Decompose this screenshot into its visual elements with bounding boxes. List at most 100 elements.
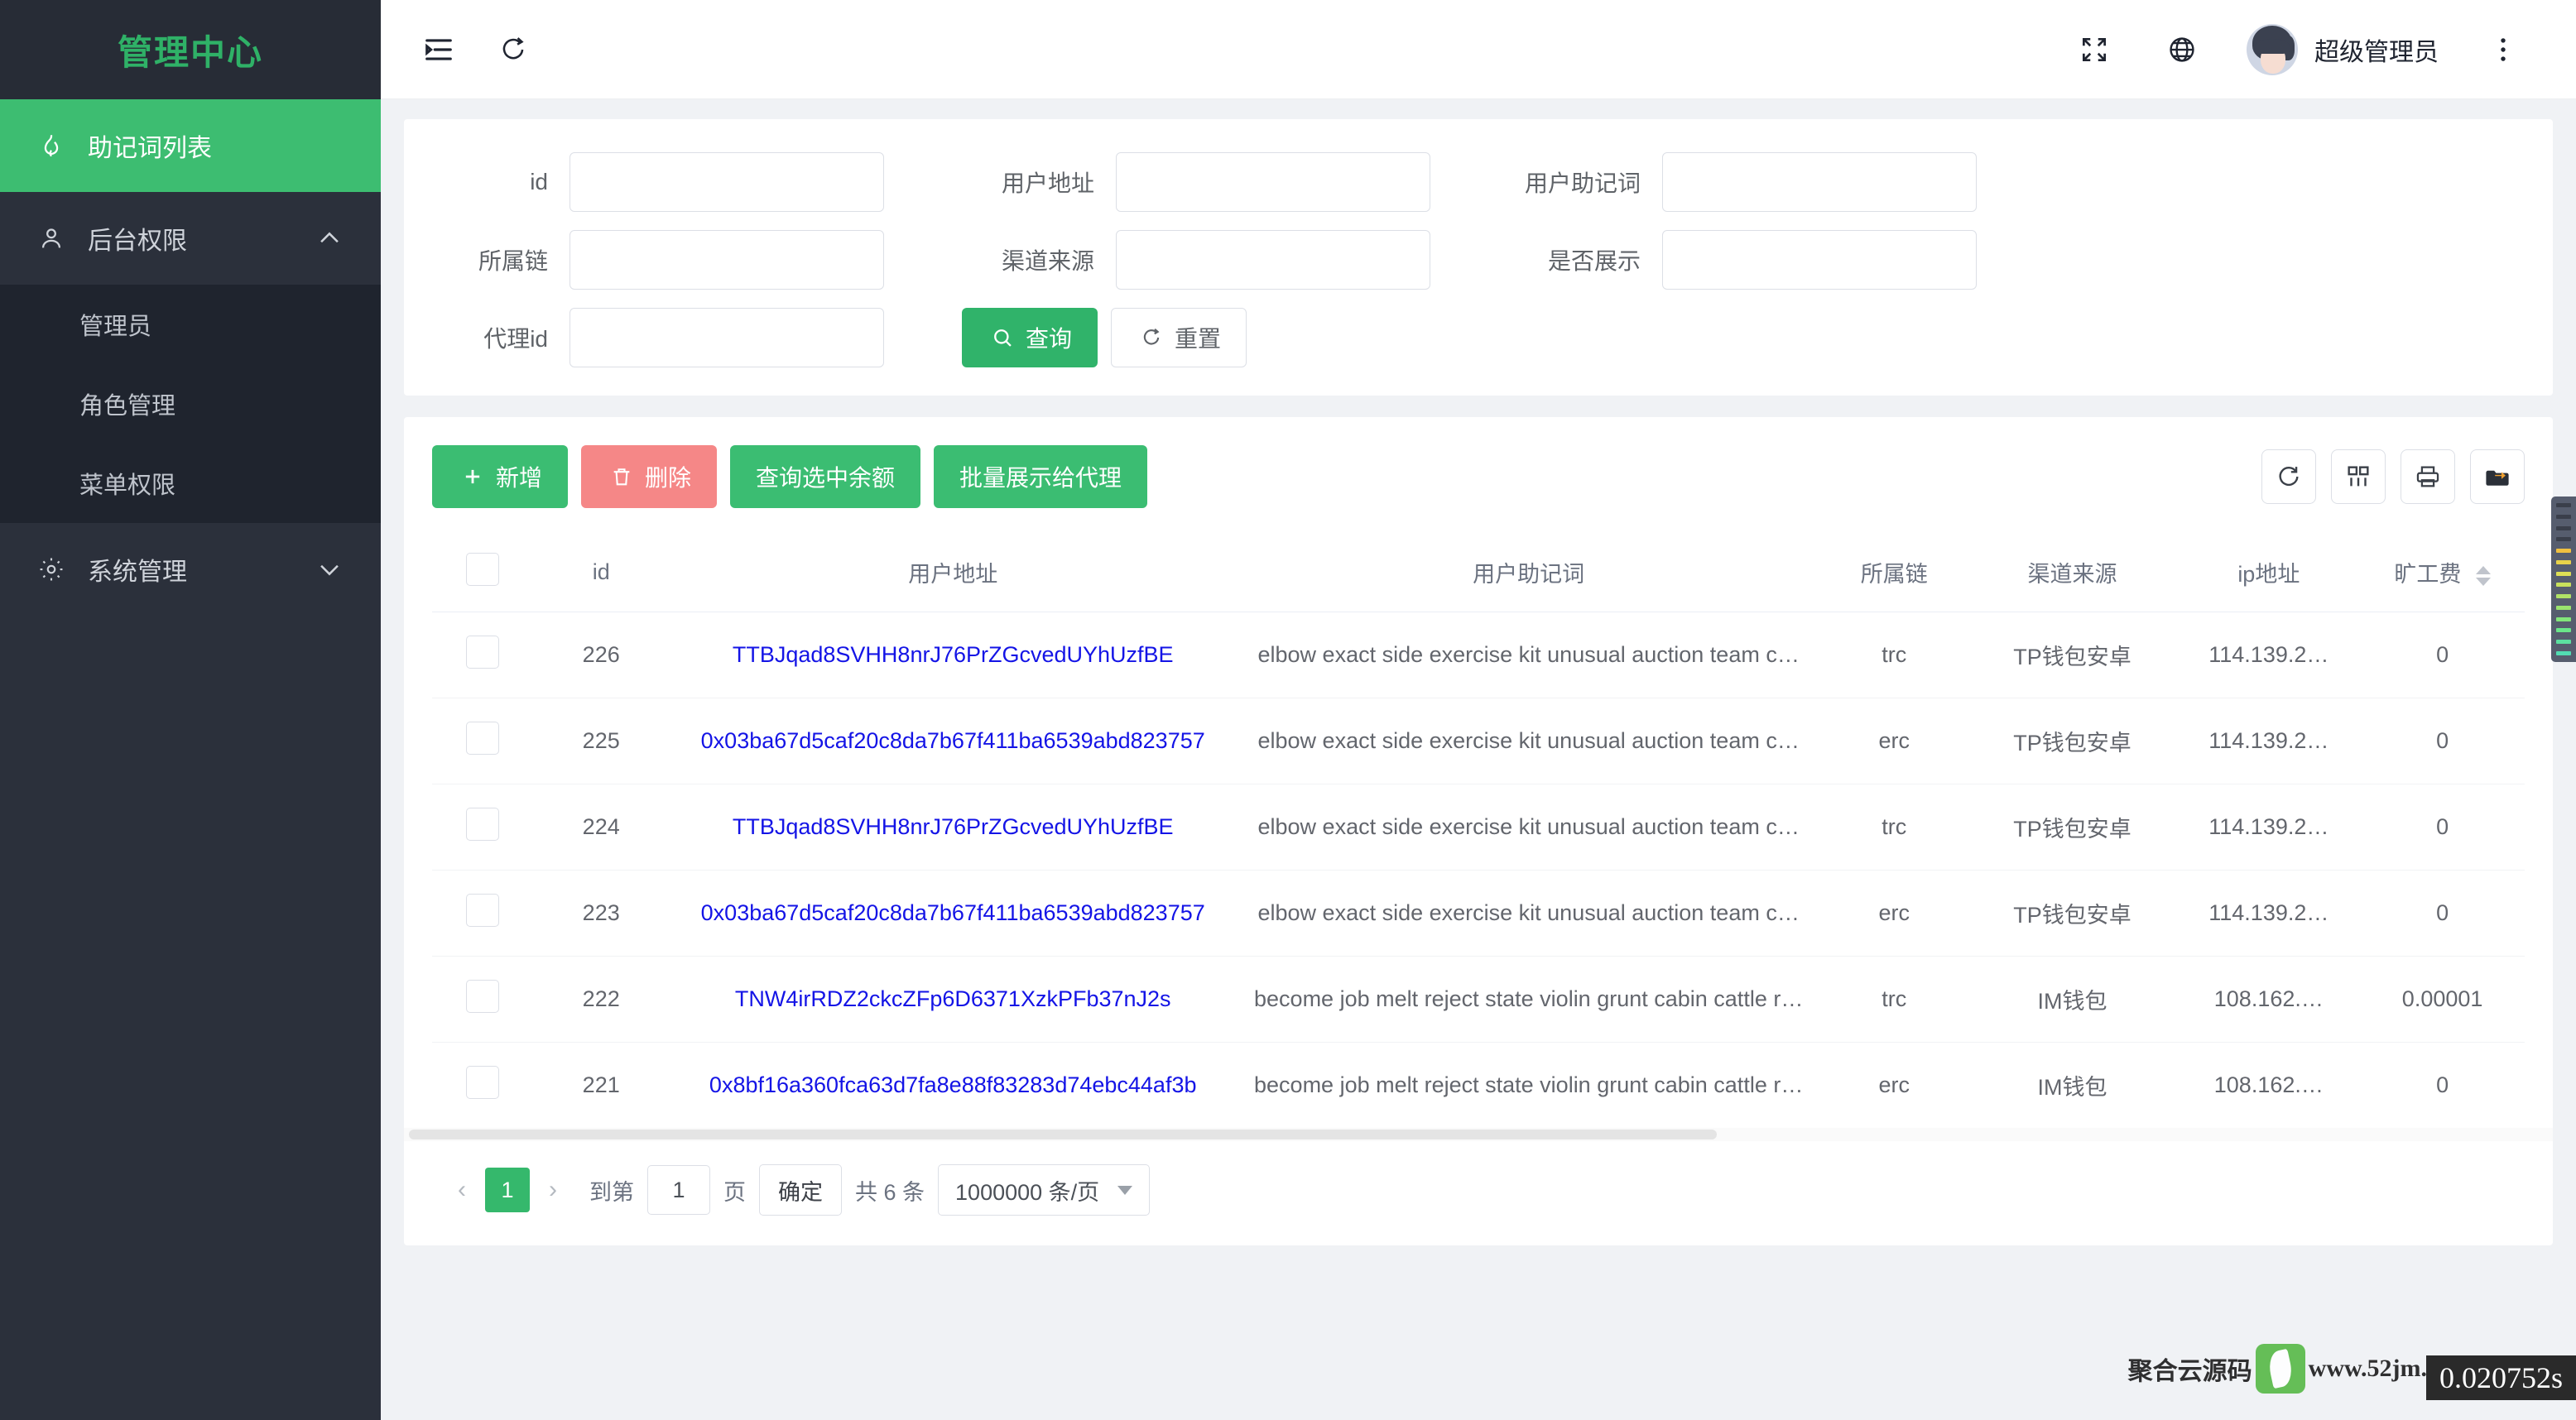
watermark: 聚合云源码 www.52jm.cn [2128,1344,2452,1394]
table-row[interactable]: 225 0x03ba67d5caf20c8da7b67f411ba6539abd8… [432,698,2525,784]
cell-ip-address: 108.162.… [2177,956,2361,1043]
address-link[interactable]: 0x8bf16a360fca63d7fa8e88f83283d74ebc44af… [670,1072,1236,1098]
row-checkbox[interactable] [465,808,499,841]
search-form: id 用户地址 用户助记词 所属链 渠道来源 是否展示 代理id 查询 重置 [404,119,2553,396]
horizontal-scrollbar[interactable] [404,1128,2553,1141]
user-address-input[interactable] [1116,152,1430,212]
goto-suffix: 页 [723,1179,746,1205]
cell-user-mnemonic: become job melt reject state violin grun… [1236,956,1821,1043]
sidebar-item-label: 助记词列表 [88,135,212,162]
cell-user-address[interactable]: 0x03ba67d5caf20c8da7b67f411ba6539abd8237… [670,870,1237,957]
cell-chain: erc [1878,1072,1910,1097]
sidebar-item-system-management[interactable]: 系统管理 [0,523,381,616]
goto-prefix: 到第 [589,1179,634,1205]
more-vertical-icon[interactable] [2480,26,2526,73]
column-id[interactable]: id [532,533,670,612]
chevron-left-icon[interactable]: ‹ [439,1167,485,1213]
table-row[interactable]: 222 TNW4irRDZ2ckcZFp6D6371XzkPFb37nJ2s bec… [432,956,2525,1043]
user-mnemonic-input[interactable] [1662,152,1977,212]
cell-user-address[interactable]: 0x8bf16a360fca63d7fa8e88f83283d74ebc44af… [670,1043,1236,1129]
sidebar-item-mnemonic-list[interactable]: 助记词列表 [0,99,381,192]
id-input[interactable] [570,152,884,212]
table-row[interactable]: 223 0x03ba67d5caf20c8da7b67f411ba6539abd8… [432,870,2525,957]
sidebar-subitem-label: 管理员 [79,314,152,340]
field-label: 所属链 [478,248,548,274]
sidebar-item-backend-permission[interactable]: 后台权限 [0,192,381,285]
address-link[interactable]: 0x03ba67d5caf20c8da7b67f411ba6539abd8237… [670,728,1236,754]
query-button[interactable]: 查询 [962,308,1098,367]
column-user-address[interactable]: 用户地址 [670,533,1237,612]
scrollbar-thumb[interactable] [409,1130,1717,1139]
refresh-icon[interactable] [2261,449,2316,504]
row-checkbox[interactable] [465,636,499,669]
row-checkbox[interactable] [465,894,499,927]
fullscreen-icon[interactable] [2071,26,2117,73]
cell-user-address[interactable]: TTBJqad8SVHH8nrJ76PrZGcvedUYhUzfBE [670,612,1237,698]
agent-id-input[interactable] [570,308,884,367]
page-number-1[interactable]: 1 [485,1168,530,1212]
channel-source-input[interactable] [1116,230,1430,290]
sidebar-item-label: 后台权限 [88,228,187,255]
cell-ip-address: 114.139.2… [2177,612,2361,698]
row-checkbox[interactable] [465,980,499,1013]
print-icon[interactable] [2401,449,2455,504]
cell-user-mnemonic: become job melt reject state violin grun… [1236,1043,1821,1129]
column-channel-source[interactable]: 渠道来源 [1967,533,2178,612]
export-icon[interactable] [2470,449,2525,504]
is-display-input[interactable] [1662,230,1977,290]
sort-arrows-icon[interactable] [2475,565,2491,586]
table-row[interactable]: 226 TTBJqad8SVHH8nrJ76PrZGcvedUYhUzfBE elb… [432,612,2525,698]
performance-meter[interactable] [2551,497,2576,662]
search-icon [988,323,1017,353]
cell-user-address[interactable]: TTBJqad8SVHH8nrJ76PrZGcvedUYhUzfBE [670,784,1237,871]
row-checkbox[interactable] [465,722,499,755]
refresh-icon[interactable] [490,26,536,73]
address-link[interactable]: TTBJqad8SVHH8nrJ76PrZGcvedUYhUzfBE [670,814,1236,840]
row-checkbox[interactable] [465,1066,499,1099]
batch-display-agent-button[interactable]: 批量展示给代理 [934,445,1148,508]
address-link[interactable]: 0x03ba67d5caf20c8da7b67f411ba6539abd8237… [670,900,1236,926]
trash-icon [607,462,637,492]
sidebar-submenu: 管理员 角色管理 菜单权限 [0,285,381,523]
field-user-address: 用户地址 [950,152,1497,212]
delete-button[interactable]: 删除 [581,445,718,508]
row-select-cell [432,698,533,784]
table-row[interactable]: 224 TTBJqad8SVHH8nrJ76PrZGcvedUYhUzfBE elb… [432,784,2525,871]
row-select-cell [432,1043,532,1129]
confirm-button[interactable]: 确定 [759,1164,842,1216]
chain-input[interactable] [570,230,884,290]
column-user-mnemonic[interactable]: 用户助记词 [1236,533,1821,612]
column-ip-address[interactable]: ip地址 [2177,533,2361,612]
page-size-select[interactable]: 1000000 条/页 [938,1164,1151,1216]
address-link[interactable]: TNW4irRDZ2ckcZFp6D6371XzkPFb37nJ2s [670,986,1236,1012]
watermark-logo-icon [2255,1344,2305,1394]
sidebar-item-role-management[interactable]: 角色管理 [0,364,381,444]
sidebar-item-admin[interactable]: 管理员 [0,285,381,364]
address-link[interactable]: TTBJqad8SVHH8nrJ76PrZGcvedUYhUzfBE [670,642,1236,668]
add-button[interactable]: 新增 [432,445,569,508]
chevron-right-icon[interactable]: › [530,1167,576,1213]
reset-button[interactable]: 重置 [1111,308,1247,367]
user-menu[interactable]: 超级管理员 [2247,23,2439,75]
main-content: id 用户地址 用户助记词 所属链 渠道来源 是否展示 代理id 查询 重置 新… [381,99,2576,1420]
cell-user-address[interactable]: TNW4irRDZ2ckcZFp6D6371XzkPFb37nJ2s [670,956,1237,1043]
column-miner-fee[interactable]: 旷工费 [2360,533,2525,612]
globe-icon[interactable] [2159,26,2205,73]
field-label: 是否展示 [1547,248,1641,274]
menu-fold-icon[interactable] [416,26,462,73]
columns-icon[interactable] [2331,449,2386,504]
cell-user-address[interactable]: 0x03ba67d5caf20c8da7b67f411ba6539abd8237… [670,698,1237,784]
cell-id: 224 [532,784,670,871]
mnemonic-text: elbow exact side exercise kit unusual au… [1257,814,1800,839]
cell-channel-source: IM钱包 [1967,956,2178,1043]
mnemonic-text: elbow exact side exercise kit unusual au… [1257,642,1800,667]
column-chain[interactable]: 所属链 [1820,533,1968,612]
query-balance-button[interactable]: 查询选中余额 [730,445,921,508]
sidebar-item-menu-permission[interactable]: 菜单权限 [0,444,381,523]
delete-label: 删除 [645,465,692,491]
cell-id: 223 [532,870,670,957]
goto-page-input[interactable] [647,1165,710,1215]
select-all-checkbox[interactable] [465,553,499,586]
cell-id: 225 [532,698,670,784]
table-row[interactable]: 221 0x8bf16a360fca63d7fa8e88f83283d74ebc4… [432,1043,2525,1129]
